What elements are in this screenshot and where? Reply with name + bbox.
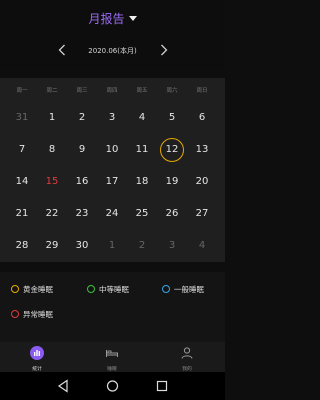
calendar-day[interactable]: 5 (157, 108, 187, 128)
month-selector: 2020.06(本月) (0, 36, 225, 70)
calendar-day[interactable]: 4 (187, 236, 217, 256)
calendar-day[interactable]: 12 (157, 140, 187, 160)
calendar-day[interactable]: 11 (127, 140, 157, 160)
person-icon (181, 347, 193, 359)
tab-profile[interactable]: 我的 (167, 345, 207, 372)
tab-label: 统计 (32, 367, 42, 372)
weekday-header: 周六 (166, 88, 178, 94)
next-month-button[interactable] (154, 43, 174, 63)
legend-dot-abnormal (11, 310, 19, 318)
calendar-day[interactable]: 14 (7, 172, 37, 192)
calendar-day[interactable]: 13 (187, 140, 217, 160)
calendar-day[interactable]: 26 (157, 204, 187, 224)
sleep-legend: 黄金睡眠 中等睡眠 一般睡眠 异常睡眠 (0, 272, 225, 342)
legend-label: 一般睡眠 (174, 285, 204, 294)
weekday-header: 周二 (46, 88, 58, 94)
back-icon[interactable] (57, 379, 69, 393)
calendar-day[interactable]: 30 (67, 236, 97, 256)
calendar-day[interactable]: 16 (67, 172, 97, 192)
app-header: 月报告 (0, 0, 225, 36)
calendar-day[interactable]: 2 (67, 108, 97, 128)
calendar-day[interactable]: 28 (7, 236, 37, 256)
report-type-dropdown[interactable]: 月报告 (0, 10, 225, 27)
calendar-day[interactable]: 8 (37, 140, 67, 160)
legend-dot-normal (162, 285, 170, 293)
legend-dot-medium (87, 285, 95, 293)
calendar-day[interactable]: 4 (127, 108, 157, 128)
calendar-day[interactable]: 9 (67, 140, 97, 160)
calendar-day[interactable]: 1 (37, 108, 67, 128)
calendar-day[interactable]: 21 (7, 204, 37, 224)
legend-label: 中等睡眠 (99, 285, 129, 294)
home-icon[interactable] (106, 379, 119, 393)
page-title: 月报告 (88, 12, 125, 26)
calendar-day[interactable]: 24 (97, 204, 127, 224)
month-label: 2020.06(本月) (88, 47, 137, 55)
chevron-right-icon (161, 44, 168, 56)
bed-icon (106, 350, 118, 357)
weekday-header: 周日 (196, 88, 208, 94)
calendar-day[interactable]: 3 (97, 108, 127, 128)
legend-dot-gold (11, 285, 19, 293)
calendar-day[interactable]: 7 (7, 140, 37, 160)
tab-label: 我的 (182, 367, 192, 372)
calendar-day[interactable]: 25 (127, 204, 157, 224)
calendar-day[interactable]: 15 (37, 172, 67, 192)
calendar-day[interactable]: 29 (37, 236, 67, 256)
calendar-day[interactable]: 1 (97, 236, 127, 256)
legend-label: 黄金睡眠 (23, 285, 53, 294)
calendar-day[interactable]: 2 (127, 236, 157, 256)
weekday-header: 周三 (76, 88, 88, 94)
calendar-day[interactable]: 22 (37, 204, 67, 224)
legend-label: 异常睡眠 (23, 310, 53, 319)
calendar-day[interactable]: 18 (127, 172, 157, 192)
calendar-day[interactable]: 20 (187, 172, 217, 192)
recents-icon[interactable] (156, 379, 168, 393)
caret-down-icon (128, 16, 137, 21)
weekday-header: 周五 (136, 88, 148, 94)
bottom-tab-bar: 统计 睡眠 我的 (0, 342, 225, 372)
calendar-day[interactable]: 23 (67, 204, 97, 224)
calendar-day[interactable]: 3 (157, 236, 187, 256)
tab-label: 睡眠 (107, 367, 117, 372)
calendar-day[interactable]: 17 (97, 172, 127, 192)
calendar-day[interactable]: 10 (97, 140, 127, 160)
bar-chart-icon (30, 346, 44, 360)
weekday-header: 周四 (106, 88, 118, 94)
calendar-grid: 周一 周二 周三 周四 周五 周六 周日 31 1 2 3 4 5 6 7 8 9 10 11 12 13 14 15 16 1… (0, 78, 225, 262)
calendar-day[interactable]: 6 (187, 108, 217, 128)
tab-statistics[interactable]: 统计 (17, 345, 57, 372)
system-nav-bar (0, 372, 225, 400)
calendar-day[interactable]: 27 (187, 204, 217, 224)
calendar-day[interactable]: 19 (157, 172, 187, 192)
calendar-day[interactable]: 31 (7, 108, 37, 128)
tab-sleep[interactable]: 睡眠 (92, 345, 132, 372)
weekday-header: 周一 (16, 88, 28, 94)
